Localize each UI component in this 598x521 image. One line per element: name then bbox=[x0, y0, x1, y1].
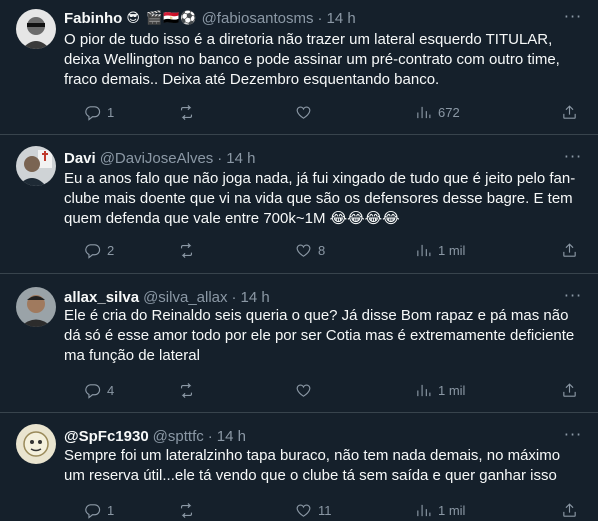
views-button[interactable]: 1 mil bbox=[415, 380, 465, 400]
views-chart-icon bbox=[417, 244, 431, 256]
like-button[interactable]: 11 bbox=[295, 500, 332, 520]
action-bar: 1 11 1 mil bbox=[64, 500, 584, 520]
tweet-card[interactable]: Davi @DaviJoseAlves · 14 h ··· Eu a anos… bbox=[0, 136, 598, 274]
tweet-text: Eu a anos falo que não joga nada, já fui… bbox=[64, 170, 576, 227]
retweet-button[interactable] bbox=[178, 240, 201, 260]
share-icon bbox=[563, 502, 576, 517]
reply-button[interactable]: 1 bbox=[84, 500, 114, 520]
display-name[interactable]: @SpFc1930 bbox=[64, 428, 149, 445]
tweet-card[interactable]: allax_silva @silva_allax · 14 h ··· Ele … bbox=[0, 275, 598, 413]
display-name[interactable]: allax_silva bbox=[64, 289, 139, 306]
action-bar: 1 672 bbox=[64, 102, 584, 122]
display-name[interactable]: Davi bbox=[64, 150, 96, 167]
timestamp[interactable]: 14 h bbox=[241, 289, 270, 306]
tweet-header: Davi @DaviJoseAlves · 14 h bbox=[64, 148, 256, 168]
timestamp[interactable]: 14 h bbox=[327, 10, 356, 27]
share-button[interactable] bbox=[561, 240, 578, 260]
share-icon bbox=[563, 242, 576, 257]
avatar[interactable] bbox=[16, 424, 56, 464]
views-chart-icon bbox=[417, 504, 431, 516]
tweet-header: allax_silva @silva_allax · 14 h bbox=[64, 287, 270, 307]
handle[interactable]: @silva_allax bbox=[143, 289, 227, 306]
timestamp[interactable]: 14 h bbox=[217, 428, 246, 445]
retweet-button[interactable] bbox=[178, 102, 201, 122]
avatar[interactable] bbox=[16, 146, 56, 186]
like-count: 11 bbox=[318, 502, 332, 518]
avatar[interactable] bbox=[16, 287, 56, 327]
view-count: 1 mil bbox=[438, 242, 466, 258]
share-button[interactable] bbox=[561, 102, 578, 122]
like-count: 8 bbox=[318, 242, 326, 258]
reply-button[interactable]: 4 bbox=[84, 380, 114, 400]
tweet-card[interactable]: Fabinho 😎 🎬🇪🇬⚽ @fabiosantosms · 14 h ···… bbox=[0, 0, 598, 135]
reply-count: 4 bbox=[107, 382, 115, 398]
retweet-icon bbox=[180, 242, 193, 258]
heart-icon bbox=[296, 504, 311, 517]
share-icon bbox=[563, 382, 576, 397]
like-button[interactable]: 8 bbox=[295, 240, 325, 260]
separator-dot: · bbox=[217, 149, 223, 167]
action-bar: 4 1 mil bbox=[64, 380, 584, 400]
avatar[interactable] bbox=[16, 9, 56, 49]
separator-dot: · bbox=[207, 427, 213, 445]
tweet-text: O pior de tudo isso é a diretoria não tr… bbox=[64, 31, 560, 88]
reply-icon bbox=[85, 105, 101, 121]
retweet-icon bbox=[180, 502, 193, 518]
action-bar: 2 8 1 mil bbox=[64, 240, 584, 260]
like-button[interactable] bbox=[295, 380, 318, 400]
tweet-header: @SpFc1930 @spttfc · 14 h bbox=[64, 426, 246, 446]
tweet-header: Fabinho 😎 🎬🇪🇬⚽ @fabiosantosms · 14 h bbox=[64, 8, 356, 28]
retweet-icon bbox=[180, 104, 193, 120]
share-icon bbox=[563, 104, 576, 119]
retweet-icon bbox=[180, 382, 193, 398]
reply-icon bbox=[85, 243, 101, 259]
reply-button[interactable]: 1 bbox=[84, 102, 114, 122]
reply-count: 1 bbox=[107, 502, 115, 518]
view-count: 1 mil bbox=[438, 502, 466, 518]
reply-icon bbox=[85, 503, 101, 519]
retweet-button[interactable] bbox=[178, 380, 201, 400]
share-button[interactable] bbox=[561, 380, 578, 400]
reply-count: 1 bbox=[107, 104, 115, 120]
tweet-card[interactable]: @SpFc1930 @spttfc · 14 h ··· Sempre foi … bbox=[0, 414, 598, 521]
more-horizontal-icon[interactable]: ··· bbox=[562, 149, 584, 170]
name-emojis: 😎 🎬🇪🇬⚽ bbox=[126, 10, 198, 26]
reply-icon bbox=[85, 383, 101, 399]
share-button[interactable] bbox=[561, 500, 578, 520]
tweet-text: Ele é cria do Reinaldo seis queria o que… bbox=[64, 307, 575, 364]
reply-count: 2 bbox=[107, 242, 115, 258]
view-count: 1 mil bbox=[438, 382, 466, 398]
views-chart-icon bbox=[417, 106, 431, 118]
views-button[interactable]: 1 mil bbox=[415, 500, 465, 520]
more-horizontal-icon[interactable]: ··· bbox=[562, 9, 584, 30]
heart-icon bbox=[296, 244, 311, 257]
views-button[interactable]: 672 bbox=[415, 102, 460, 122]
views-chart-icon bbox=[417, 384, 431, 396]
view-count: 672 bbox=[438, 104, 460, 120]
reply-button[interactable]: 2 bbox=[84, 240, 114, 260]
heart-icon bbox=[296, 384, 311, 397]
tweet-text: Sempre foi um lateralzinho tapa buraco, … bbox=[64, 447, 561, 484]
handle[interactable]: @DaviJoseAlves bbox=[100, 150, 214, 167]
heart-icon bbox=[296, 106, 311, 119]
handle[interactable]: @fabiosantosms bbox=[202, 10, 314, 27]
views-button[interactable]: 1 mil bbox=[415, 240, 465, 260]
timestamp[interactable]: 14 h bbox=[226, 150, 255, 167]
more-horizontal-icon[interactable]: ··· bbox=[562, 427, 584, 448]
handle[interactable]: @spttfc bbox=[153, 428, 204, 445]
separator-dot: · bbox=[231, 288, 237, 306]
separator-dot: · bbox=[317, 9, 323, 27]
retweet-button[interactable] bbox=[178, 500, 201, 520]
reply-feed: Fabinho 😎 🎬🇪🇬⚽ @fabiosantosms · 14 h ···… bbox=[0, 0, 598, 521]
like-button[interactable] bbox=[295, 102, 318, 122]
display-name[interactable]: Fabinho bbox=[64, 10, 122, 27]
